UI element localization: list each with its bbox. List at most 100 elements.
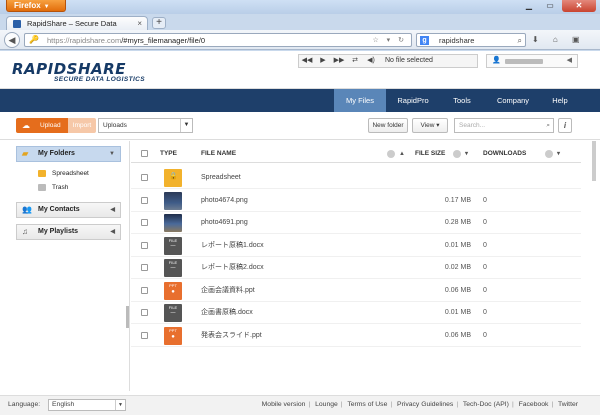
page-scrollbar[interactable] (592, 141, 596, 181)
browser-tab[interactable]: RapidShare – Secure Data Logistics × (6, 16, 148, 41)
sidebar-my-contacts-label: My Contacts (38, 206, 80, 213)
nav-help[interactable]: Help (544, 89, 576, 112)
row-checkbox[interactable] (141, 174, 148, 181)
table-row[interactable]: FILE レポート原稿2.docx 0.02 MB 0 (131, 257, 581, 279)
row-checkbox[interactable] (141, 264, 148, 271)
search-icon[interactable]: ⌕ (546, 119, 550, 132)
sort-icon[interactable]: ▾ (557, 145, 560, 163)
sidebar-folder-spreadsheet[interactable]: Spreadsheet (38, 168, 89, 179)
file-name[interactable]: Spreadsheet (201, 167, 241, 189)
nav-tools[interactable]: Tools (442, 89, 482, 112)
browser-search-text: rapidshare (439, 36, 475, 45)
play-icon[interactable]: ▶ (317, 55, 329, 67)
close-window-button[interactable]: ✕ (562, 0, 596, 12)
cloud-upload-icon: ☁ (22, 121, 30, 130)
footer-link-techdoc[interactable]: Tech-Doc (API) (463, 401, 509, 408)
file-name[interactable]: 企画会議資料.ppt (201, 280, 255, 302)
close-tab-icon[interactable]: × (137, 17, 142, 30)
shuffle-icon[interactable]: ⇄ (349, 55, 361, 67)
row-checkbox[interactable] (141, 196, 148, 204)
search-icon[interactable]: ⌕ (518, 34, 522, 47)
new-tab-button[interactable]: + (152, 17, 166, 29)
table-row[interactable]: photo4674.png 0.17 MB 0 (131, 190, 581, 212)
sort-ascending-icon[interactable]: ▲ (399, 145, 405, 163)
nav-company[interactable]: Company (488, 89, 538, 112)
view-button[interactable]: View ▾ (412, 118, 448, 133)
sidebar-my-folders[interactable]: ▰ My Folders ▼ (16, 146, 121, 162)
col-file-name[interactable]: FILE NAME (201, 145, 236, 163)
file-name[interactable]: レポート原稿2.docx (201, 257, 264, 279)
footer-link-privacy[interactable]: Privacy Guidelines (397, 401, 453, 408)
browser-search-bar[interactable]: g rapidshare ⌕ (416, 33, 526, 47)
row-checkbox[interactable] (141, 286, 148, 294)
folder-icon: ▰ (22, 149, 29, 158)
file-search-input[interactable]: Search... ⌕ (454, 118, 554, 133)
address-bar[interactable]: 🔑 https://rapidshare.com/#myrs_filemanag… (24, 33, 412, 47)
import-button[interactable]: Import (68, 118, 96, 133)
new-folder-button[interactable]: New folder (368, 118, 408, 133)
volume-icon[interactable]: ◀) (365, 55, 377, 67)
contacts-icon: 👥 (22, 205, 32, 214)
col-file-size[interactable]: FILE SIZE (415, 145, 445, 163)
language-select[interactable]: English ▼ (48, 399, 126, 411)
uploads-select[interactable]: Uploads ▼ (98, 118, 193, 133)
column-options-icon[interactable] (545, 150, 553, 158)
chevron-down-icon: ▼ (109, 151, 115, 157)
sidebar-my-playlists[interactable]: ♫ My Playlists ◀ (16, 224, 121, 240)
col-type[interactable]: TYPE (160, 145, 177, 163)
next-icon[interactable]: ▶▶ (333, 55, 345, 67)
download-count: 0 (483, 331, 487, 339)
footer-link-mobile[interactable]: Mobile version (262, 401, 306, 408)
table-row[interactable]: Spreadsheet (131, 167, 581, 189)
table-row[interactable]: PPT 発表会スライド.ppt 0.06 MB 0 (131, 325, 581, 347)
upload-button[interactable]: ☁ Upload (16, 118, 68, 133)
firefox-menu-button[interactable]: Firefox ▼ (6, 0, 66, 12)
username-redacted (505, 59, 543, 64)
file-name[interactable]: photo4674.png (201, 190, 248, 212)
col-downloads[interactable]: DOWNLOADS (483, 145, 526, 163)
previous-icon[interactable]: ◀◀ (301, 55, 313, 67)
table-row[interactable]: FILE 企画書原稿.docx 0.01 MB 0 (131, 302, 581, 324)
back-button[interactable]: ◀ (4, 32, 20, 48)
file-size: 0.01 MB (444, 241, 471, 249)
user-menu[interactable]: 👤 ◀ (486, 54, 578, 68)
browser-toolbar-icons[interactable]: ⬇ ⌂ ▣ (532, 33, 596, 47)
url-host: https://rapidshare.com (47, 36, 122, 45)
nav-rapidpro[interactable]: RapidPro (388, 89, 438, 112)
select-all-checkbox[interactable] (141, 150, 148, 157)
footer-link-terms[interactable]: Terms of Use (347, 401, 387, 408)
tab-bar: RapidShare – Secure Data Logistics × + (0, 14, 600, 41)
image-thumbnail (164, 214, 182, 232)
rapidshare-page: RAPIDSHARE SECURE DATA LOGISTICS ◀◀ ▶ ▶▶… (0, 51, 600, 415)
row-checkbox[interactable] (141, 219, 148, 226)
file-name[interactable]: 発表会スライド.ppt (201, 325, 262, 347)
file-table-header: TYPE FILE NAME ▲ FILE SIZE ▾ DOWNLOADS ▾ (131, 145, 581, 163)
file-name[interactable]: photo4691.png (201, 212, 248, 234)
nav-my-files[interactable]: My Files (334, 89, 386, 112)
row-checkbox[interactable] (141, 331, 148, 339)
table-row[interactable]: photo4691.png 0.28 MB 0 (131, 212, 581, 234)
footer-link-facebook[interactable]: Facebook (519, 401, 549, 408)
file-list: TYPE FILE NAME ▲ FILE SIZE ▾ DOWNLOADS ▾… (131, 141, 581, 395)
column-options-icon[interactable] (387, 150, 395, 158)
search-engine-icon[interactable]: g (420, 36, 429, 45)
rapidshare-logo[interactable]: RAPIDSHARE SECURE DATA LOGISTICS (12, 60, 145, 83)
info-button[interactable]: i (558, 118, 572, 133)
sidebar-resize-handle[interactable] (126, 306, 129, 328)
url-actions[interactable]: ☆ ▾ ↻ (372, 34, 407, 47)
footer-link-twitter[interactable]: Twitter (558, 401, 578, 408)
sidebar-folder-trash[interactable]: Trash (38, 182, 68, 193)
file-name[interactable]: レポート原稿1.docx (201, 235, 264, 257)
minimize-button[interactable]: ▁ (519, 0, 539, 12)
maximize-button[interactable]: ▭ (540, 0, 560, 12)
column-options-icon[interactable] (453, 150, 461, 158)
trash-icon (38, 184, 46, 191)
footer-link-lounge[interactable]: Lounge (315, 401, 338, 408)
sort-icon[interactable]: ▾ (465, 145, 468, 163)
sidebar-my-contacts[interactable]: 👥 My Contacts ◀ (16, 202, 121, 218)
file-name[interactable]: 企画書原稿.docx (201, 302, 253, 324)
table-row[interactable]: FILE レポート原稿1.docx 0.01 MB 0 (131, 235, 581, 257)
row-checkbox[interactable] (141, 241, 148, 249)
row-checkbox[interactable] (141, 309, 148, 316)
table-row[interactable]: PPT 企画会議資料.ppt 0.06 MB 0 (131, 280, 581, 302)
